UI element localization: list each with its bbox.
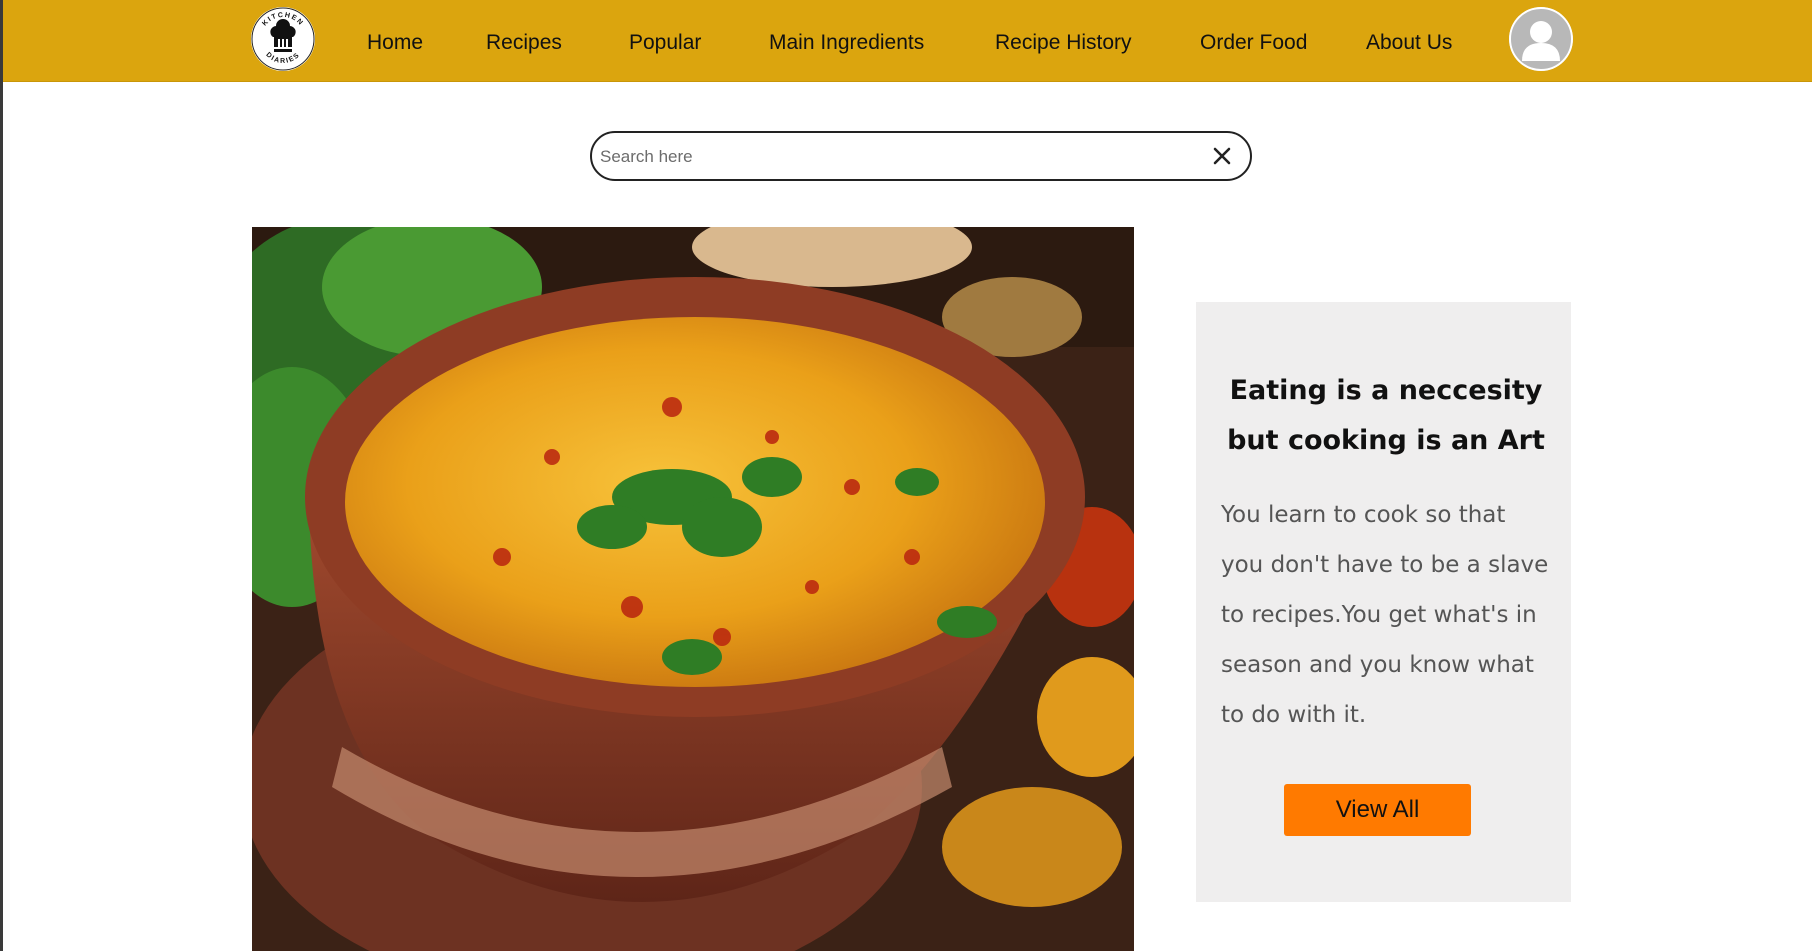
clear-search-button[interactable] bbox=[1210, 144, 1234, 168]
nav-recipes[interactable]: Recipes bbox=[486, 31, 562, 55]
user-avatar[interactable] bbox=[1509, 7, 1573, 71]
card-heading: Eating is a neccesity but cooking is an … bbox=[1227, 375, 1545, 456]
search-box bbox=[590, 131, 1252, 181]
chef-hat-logo-icon: KITCHEN DIARIES bbox=[251, 7, 315, 71]
nav-order-food[interactable]: Order Food bbox=[1200, 31, 1307, 55]
top-navbar: KITCHEN DIARIES Home Recipes Popular Mai… bbox=[3, 0, 1812, 82]
nav-main-ingredients[interactable]: Main Ingredients bbox=[769, 31, 924, 55]
nav-home[interactable]: Home bbox=[367, 31, 423, 55]
user-avatar-icon bbox=[1509, 7, 1573, 71]
site-logo[interactable]: KITCHEN DIARIES bbox=[251, 7, 315, 71]
close-icon bbox=[1213, 147, 1231, 165]
card-body-text: You learn to cook so that you don't have… bbox=[1221, 502, 1549, 728]
nav-about-us[interactable]: About Us bbox=[1366, 31, 1452, 55]
nav-recipe-history[interactable]: Recipe History bbox=[995, 31, 1132, 55]
nav-popular[interactable]: Popular bbox=[629, 31, 701, 55]
dal-bowl-image bbox=[252, 227, 1134, 951]
quote-card: Eating is a neccesity but cooking is an … bbox=[1196, 302, 1571, 902]
search-input[interactable] bbox=[598, 143, 1162, 171]
window-edge bbox=[0, 0, 3, 951]
hero-food-image bbox=[252, 227, 1134, 951]
view-all-button[interactable]: View All bbox=[1284, 784, 1471, 836]
